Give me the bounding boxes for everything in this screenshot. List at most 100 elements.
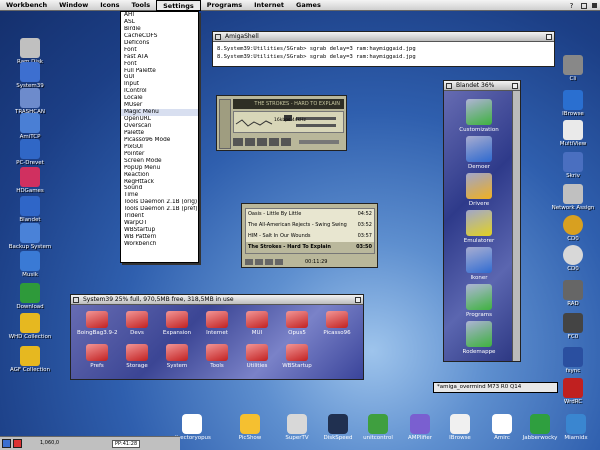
select-icon[interactable] — [265, 258, 273, 265]
menu-item[interactable]: Palette — [121, 130, 198, 137]
system-folder[interactable]: Prefs — [77, 344, 117, 369]
drawer-folder[interactable]: Customization — [452, 99, 506, 133]
playlist-window[interactable]: Oasis - Little By Little 04:52 The All-Ame… — [241, 203, 378, 268]
drawer-folder[interactable]: Programs — [452, 284, 506, 318]
desktop-icon[interactable]: Blandet — [0, 196, 60, 223]
menu-item[interactable]: Trident — [121, 213, 198, 220]
menu-item[interactable]: WarpOT — [121, 220, 198, 227]
system-folder[interactable]: Devs — [117, 311, 157, 336]
next-icon[interactable] — [281, 138, 291, 146]
system-folder[interactable]: Storage — [117, 344, 157, 369]
playlist-row[interactable]: HIM - Salt In Our Wounds 03:57 — [246, 231, 374, 242]
menu-item[interactable]: Input — [121, 81, 198, 88]
desktop-icon[interactable]: PC-Drevet — [0, 139, 60, 166]
menu-item[interactable]: OpenURL — [121, 116, 198, 123]
menu-item[interactable]: AHI — [121, 12, 198, 19]
drawer-folder[interactable]: Emulatorer — [452, 210, 506, 244]
depth-icon[interactable] — [355, 297, 361, 303]
desktop-icon[interactable]: HDGames — [0, 167, 60, 194]
system-folder[interactable]: Opus5 — [277, 311, 317, 336]
prev-icon[interactable] — [233, 138, 243, 146]
system-folder[interactable]: Internet — [197, 311, 237, 336]
close-icon[interactable] — [446, 83, 452, 89]
menu-item[interactable]: Tools Daemon 2.1B (pref) — [121, 206, 198, 213]
menu-settings[interactable]: Settings — [156, 0, 201, 11]
play-icon[interactable] — [245, 138, 255, 146]
menu-item[interactable]: IControl — [121, 88, 198, 95]
menu-item[interactable]: RegHttack — [121, 179, 198, 186]
menu-item[interactable]: Birdie — [121, 26, 198, 33]
system-folder[interactable]: WBStartup — [277, 344, 317, 369]
menu-item[interactable]: Sound — [121, 185, 198, 192]
system-folder[interactable]: Tools — [197, 344, 237, 369]
dock-item[interactable]: PicShow — [224, 414, 276, 441]
system-folder[interactable]: Expansion — [157, 311, 197, 336]
menu-item[interactable]: Workbench — [121, 241, 198, 248]
drawer-folder[interactable]: Demoer — [452, 136, 506, 170]
blandet-drawer-window[interactable]: Blandet 36% Customization Demoer Drivere Em… — [443, 80, 521, 362]
system39-window[interactable]: System39 25% full, 970,5MB free, 318,5MB… — [70, 294, 364, 380]
menu-games[interactable]: Games — [290, 0, 327, 11]
desktop-icon[interactable]: AmiTCP — [0, 113, 60, 140]
depth-icon[interactable] — [512, 83, 518, 89]
desktop-icon[interactable]: Skriv — [543, 152, 600, 179]
system-folder[interactable]: Utilities — [237, 344, 277, 369]
desktop-icon[interactable]: WHD Collection — [0, 313, 60, 340]
menu-item[interactable]: Pointer — [121, 151, 198, 158]
menu-item[interactable]: CacheCDFS — [121, 33, 198, 40]
menu-item[interactable]: ASL — [121, 19, 198, 26]
menu-item[interactable]: Overscan — [121, 123, 198, 130]
menu-item[interactable]: Magic Menu — [121, 109, 198, 117]
menu-workbench[interactable]: Workbench — [0, 0, 53, 11]
menu-item[interactable]: Picasso96 Mode — [121, 137, 198, 144]
menu-window[interactable]: Window — [53, 0, 94, 11]
menu-item[interactable]: GUI — [121, 74, 198, 81]
desktop-icon[interactable]: fsync — [543, 347, 600, 374]
drawer-folder[interactable]: Ikoner — [452, 247, 506, 281]
desktop-icon[interactable]: Ram Disk — [0, 38, 60, 65]
menu-item[interactable]: Fast ATA — [121, 54, 198, 61]
desktop-icon[interactable]: Network Assign — [543, 184, 600, 211]
playlist-row[interactable]: The All-American Rejects - Swing Swing 03… — [246, 220, 374, 231]
desktop-icon[interactable]: AGF Collection — [0, 346, 60, 373]
desktop-icon[interactable]: Download — [0, 283, 60, 310]
menu-item[interactable]: Locale — [121, 95, 198, 102]
amigashell-window[interactable]: AmigaShell 8.System39:Utilities/SGrab> s… — [212, 31, 555, 67]
desktop-icon[interactable]: CD0 — [543, 245, 600, 272]
desktop-icon[interactable]: RAD — [543, 280, 600, 307]
add-icon[interactable] — [245, 258, 253, 265]
close-icon[interactable] — [73, 297, 79, 303]
pause-icon[interactable] — [257, 138, 267, 146]
playlist-row[interactable]: The Strokes - Hard To Explain 03:50 — [246, 242, 374, 253]
menu-item[interactable]: PopUp Menu — [121, 165, 198, 172]
menu-item[interactable]: DefIcons — [121, 40, 198, 47]
drawer-folder[interactable]: Drivere — [452, 173, 506, 207]
menu-internet[interactable]: Internet — [248, 0, 290, 11]
menu-item[interactable]: WB Pattern — [121, 234, 198, 241]
menu-item[interactable]: PixGUI — [121, 144, 198, 151]
desktop-icon[interactable]: MultiView — [543, 120, 600, 147]
volume-slider[interactable] — [299, 140, 339, 144]
desktop-icon[interactable]: IBrowse — [543, 90, 600, 117]
menu-tools[interactable]: Tools — [126, 0, 157, 11]
misc-icon[interactable] — [275, 258, 283, 265]
task-icon[interactable] — [13, 439, 22, 448]
shell-output[interactable]: 8.System39:Utilities/SGrab> sgrab delay=… — [213, 42, 554, 64]
menu-item[interactable]: Screen Mode — [121, 158, 198, 165]
depth-gadget2-icon[interactable] — [589, 0, 600, 11]
system-folder[interactable]: System — [157, 344, 197, 369]
menu-item[interactable]: Time — [121, 192, 198, 199]
menu-item[interactable]: Tools Daemon 2.1B (orig) — [121, 199, 198, 206]
amiga-icon[interactable] — [2, 439, 11, 448]
drawer-folder[interactable]: Rodemappe — [452, 321, 506, 355]
irc-status-bar[interactable]: *amiga_overmind M73 R0 Q14 — [433, 382, 558, 393]
desktop-icon[interactable]: Backup System — [0, 223, 60, 250]
help-icon[interactable]: ? — [566, 0, 577, 11]
drawer-scrollbar[interactable] — [512, 91, 520, 361]
desktop-icon[interactable]: System39 — [0, 62, 60, 89]
dock-item[interactable]: Miamidx — [550, 414, 600, 441]
menu-item[interactable]: WBStartup — [121, 227, 198, 234]
depth-icon[interactable] — [546, 34, 552, 40]
desktop-icon[interactable]: FC0 — [543, 313, 600, 340]
system-folder[interactable]: MUI — [237, 311, 277, 336]
